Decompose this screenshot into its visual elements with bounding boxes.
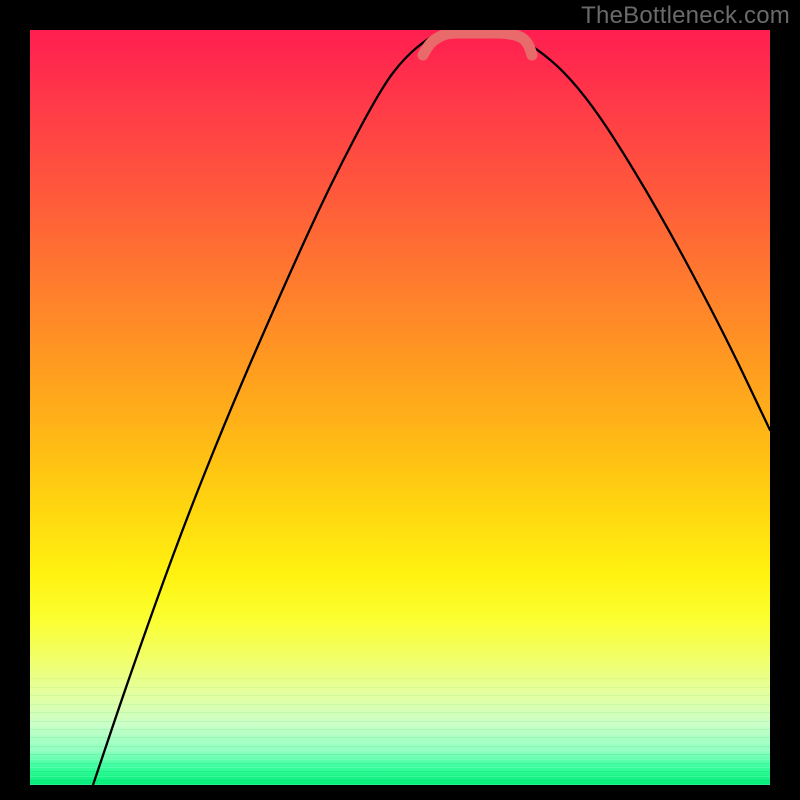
chart-frame: TheBottleneck.com bbox=[0, 0, 800, 800]
curve-layer bbox=[30, 30, 770, 785]
plot-area bbox=[30, 30, 770, 785]
bottleneck-curve bbox=[93, 33, 770, 785]
watermark-text: TheBottleneck.com bbox=[581, 2, 790, 30]
sweet-spot-band bbox=[423, 33, 532, 55]
